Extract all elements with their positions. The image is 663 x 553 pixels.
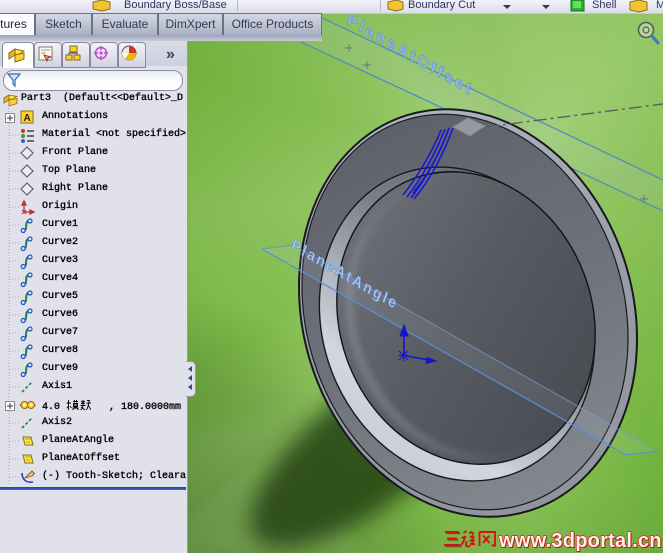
- svg-text:»: »: [166, 46, 175, 63]
- svg-text:A: A: [24, 113, 31, 124]
- svg-text:www.3dportal.cn: www.3dportal.cn: [498, 530, 661, 552]
